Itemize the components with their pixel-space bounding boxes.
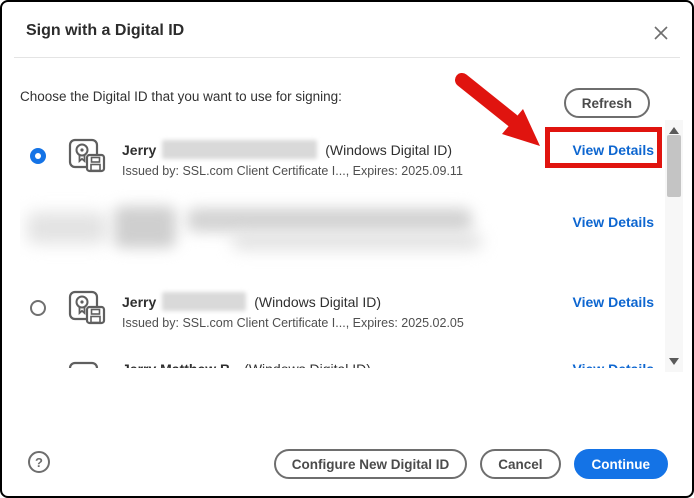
digital-id-details: Issued by: SSL.com Client Certificate I.…	[122, 316, 464, 330]
scroll-down-arrow-icon[interactable]	[669, 358, 679, 365]
cancel-button[interactable]: Cancel	[480, 449, 560, 479]
digital-id-name: Jerry (Windows Digital ID)	[122, 140, 463, 159]
help-question-icon: ?	[35, 455, 43, 470]
scrollbar-thumb[interactable]	[667, 135, 681, 197]
view-details-link-2[interactable]: View Details	[573, 204, 654, 230]
digital-id-name: Jerry Matthew B (Windows Digital ID)	[122, 361, 371, 368]
view-details-link-1[interactable]: View Details	[573, 132, 654, 158]
help-button[interactable]: ?	[28, 451, 50, 473]
radio-selected[interactable]	[30, 148, 46, 164]
digital-id-certificate-icon	[68, 138, 108, 176]
redacted-name-block	[162, 140, 317, 159]
digital-id-certificate-icon	[68, 361, 108, 368]
id-name-suffix: (Windows Digital ID)	[254, 294, 381, 310]
redacted-name-block	[162, 292, 246, 311]
footer-buttons: Configure New Digital ID Cancel Continue	[274, 449, 668, 479]
sign-with-digital-id-dialog: Sign with a Digital ID Choose the Digita…	[0, 0, 694, 498]
digital-id-row-3[interactable]: Jerry (Windows Digital ID) Issued by: SSL…	[20, 284, 654, 330]
dialog-footer: ? Configure New Digital ID Cancel Contin…	[2, 434, 692, 496]
digital-id-list: Jerry (Windows Digital ID) Issued by: SSL…	[20, 120, 654, 368]
close-icon	[654, 26, 668, 40]
continue-button[interactable]: Continue	[574, 449, 669, 479]
digital-id-details: Issued by: SSL.com Client Certificate I.…	[122, 164, 463, 178]
refresh-button[interactable]: Refresh	[564, 88, 650, 118]
digital-id-info: Jerry Matthew B (Windows Digital ID)	[122, 359, 371, 368]
dialog-title: Sign with a Digital ID	[26, 22, 184, 40]
redacted-row-content	[20, 204, 573, 254]
id-name-prefix: Jerry	[122, 142, 156, 158]
header-divider	[14, 57, 680, 58]
close-button[interactable]	[652, 24, 670, 42]
id-name-prefix: Jerry	[122, 294, 156, 310]
radio-unselected[interactable]	[30, 300, 46, 316]
choose-id-prompt: Choose the Digital ID that you want to u…	[20, 89, 342, 104]
id-name-prefix: Jerry Matthew B	[122, 361, 230, 368]
digital-id-row-4-clipped[interactable]: Jerry Matthew B (Windows Digital ID) View…	[20, 359, 654, 368]
id-name-suffix: (Windows Digital ID)	[244, 361, 371, 368]
digital-id-row-2[interactable]: View Details	[20, 204, 654, 254]
digital-id-certificate-icon	[68, 290, 108, 328]
configure-new-digital-id-button[interactable]: Configure New Digital ID	[274, 449, 468, 479]
id-name-suffix: (Windows Digital ID)	[325, 142, 452, 158]
digital-id-info: Jerry (Windows Digital ID) Issued by: SSL…	[122, 132, 463, 178]
digital-id-name: Jerry (Windows Digital ID)	[122, 292, 464, 311]
scroll-up-arrow-icon[interactable]	[669, 127, 679, 134]
view-details-link-4[interactable]: View Details	[573, 359, 654, 368]
view-details-link-3[interactable]: View Details	[573, 284, 654, 310]
digital-id-info: Jerry (Windows Digital ID) Issued by: SSL…	[122, 284, 464, 330]
digital-id-row-1[interactable]: Jerry (Windows Digital ID) Issued by: SSL…	[20, 132, 654, 178]
dialog-header: Sign with a Digital ID	[2, 2, 692, 57]
list-scrollbar[interactable]	[665, 120, 683, 372]
